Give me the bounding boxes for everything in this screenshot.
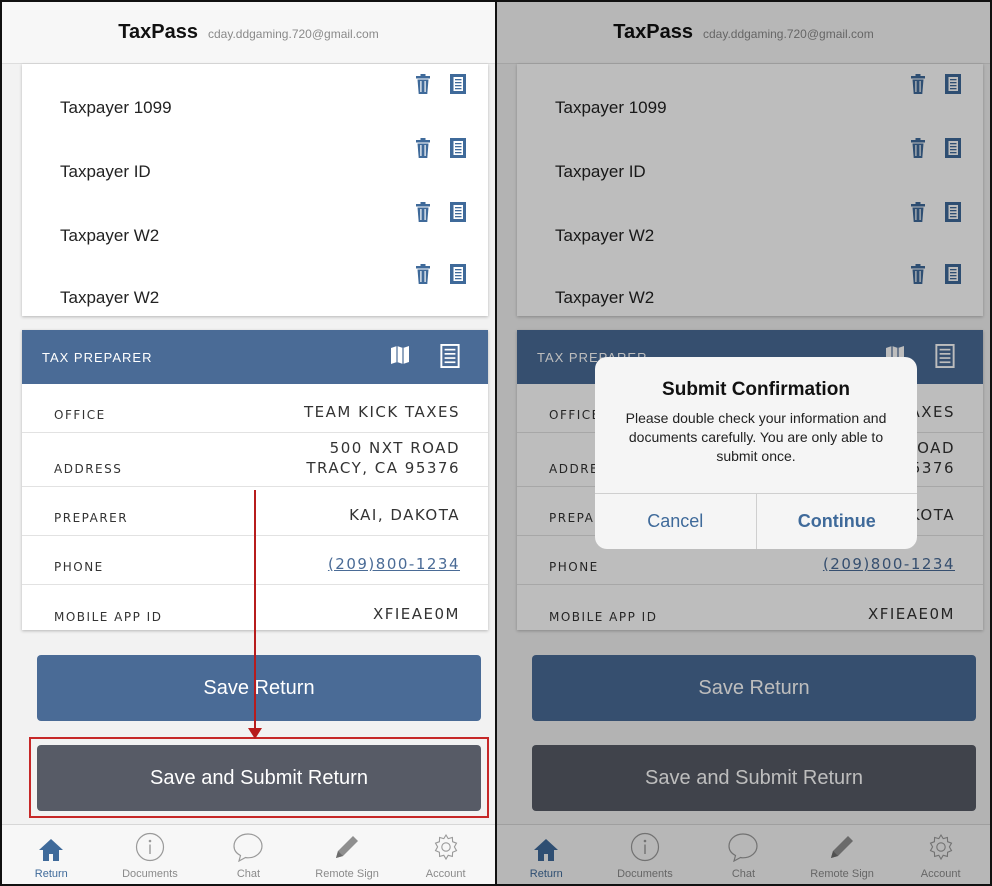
tab-return[interactable]: Return [2,825,101,884]
home-icon [38,838,64,862]
office-label: OFFICE [54,408,106,422]
document-icon[interactable] [450,138,466,158]
tab-label: Chat [236,868,261,880]
tab-account[interactable]: Account [396,825,495,884]
save-return-button[interactable]: Save Return [37,655,481,721]
screen-right: TaxPass cday.ddgaming.720@gmail.com Taxp… [496,0,992,886]
mobile-app-id-value: XFIEAE0M [372,605,460,623]
document-label: Taxpayer W2 [60,288,160,307]
document-icon[interactable] [450,264,466,284]
document-icon[interactable] [440,344,460,368]
preparer-label: PREPARER [54,511,129,525]
continue-button[interactable]: Continue [755,494,918,549]
address-line-1: 500 NXT ROAD [329,439,460,457]
tab-documents[interactable]: Documents [101,825,200,884]
phone-label: PHONE [54,560,104,574]
preparer-value: KAI, DAKOTA [349,506,460,524]
office-value: TEAM KICK TAXES [304,403,460,421]
document-label: Taxpayer W2 [60,226,160,245]
cancel-button[interactable]: Cancel [595,494,756,549]
annotation-arrow-head [248,728,262,739]
address-line-2: TRACY, CA 95376 [306,459,460,477]
tab-chat[interactable]: Chat [199,825,298,884]
tax-preparer-title: TAX PREPARER [42,349,153,365]
list-item[interactable]: Taxpayer W2 [22,192,488,256]
document-label: Taxpayer ID [60,162,151,181]
dialog-title: Submit Confirmation [662,379,850,400]
list-item[interactable]: Taxpayer 1099 [22,64,488,128]
gear-icon [431,832,461,862]
office-row: OFFICE TEAM KICK TAXES [22,384,488,433]
tab-remote-sign[interactable]: Remote Sign [298,825,397,884]
phone-link[interactable]: (209)800-1234 [328,554,460,574]
tab-label: Documents [122,868,178,880]
trash-icon[interactable] [416,264,430,284]
annotation-arrow [254,490,256,730]
dialog-actions: Cancel Continue [595,493,917,549]
document-label: Taxpayer 1099 [60,98,172,117]
trash-icon[interactable] [416,202,430,222]
screen-left: TaxPass cday.ddgaming.720@gmail.com Taxp… [0,0,496,886]
address-value: 500 NXT ROAD TRACY, CA 95376 [306,438,460,478]
submit-confirmation-dialog: Submit Confirmation Please double check … [595,357,917,549]
account-email: cday.ddgaming.720@gmail.com [207,27,379,41]
list-item[interactable]: Taxpayer ID [22,128,488,192]
trash-icon[interactable] [416,138,430,158]
mobile-app-id-label: MOBILE APP ID [54,610,163,624]
tab-bar: Return Documents Chat Remote Sign Accoun… [2,824,495,884]
trash-icon[interactable] [416,74,430,94]
app-header: TaxPass cday.ddgaming.720@gmail.com [2,2,495,64]
dialog-message: Please double check your information and… [625,410,887,464]
map-icon[interactable] [390,344,410,366]
documents-list: Taxpayer 1099 Taxpayer ID Taxpayer W2 Ta… [22,64,488,316]
tab-label: Remote Sign [315,868,379,880]
annotation-highlight-box [29,737,489,818]
tab-label: Return [34,868,68,880]
document-icon[interactable] [450,202,466,222]
address-label: ADDRESS [54,462,123,476]
list-item[interactable]: Taxpayer W2 [22,254,488,318]
tax-preparer-header: TAX PREPARER [22,330,488,384]
info-icon [135,832,165,862]
app-name: TaxPass [118,21,198,43]
chat-bubble-icon [232,832,264,862]
tab-label: Account [425,868,466,880]
pencil-icon [332,832,362,862]
address-row: ADDRESS 500 NXT ROAD TRACY, CA 95376 [22,433,488,487]
document-icon[interactable] [450,74,466,94]
